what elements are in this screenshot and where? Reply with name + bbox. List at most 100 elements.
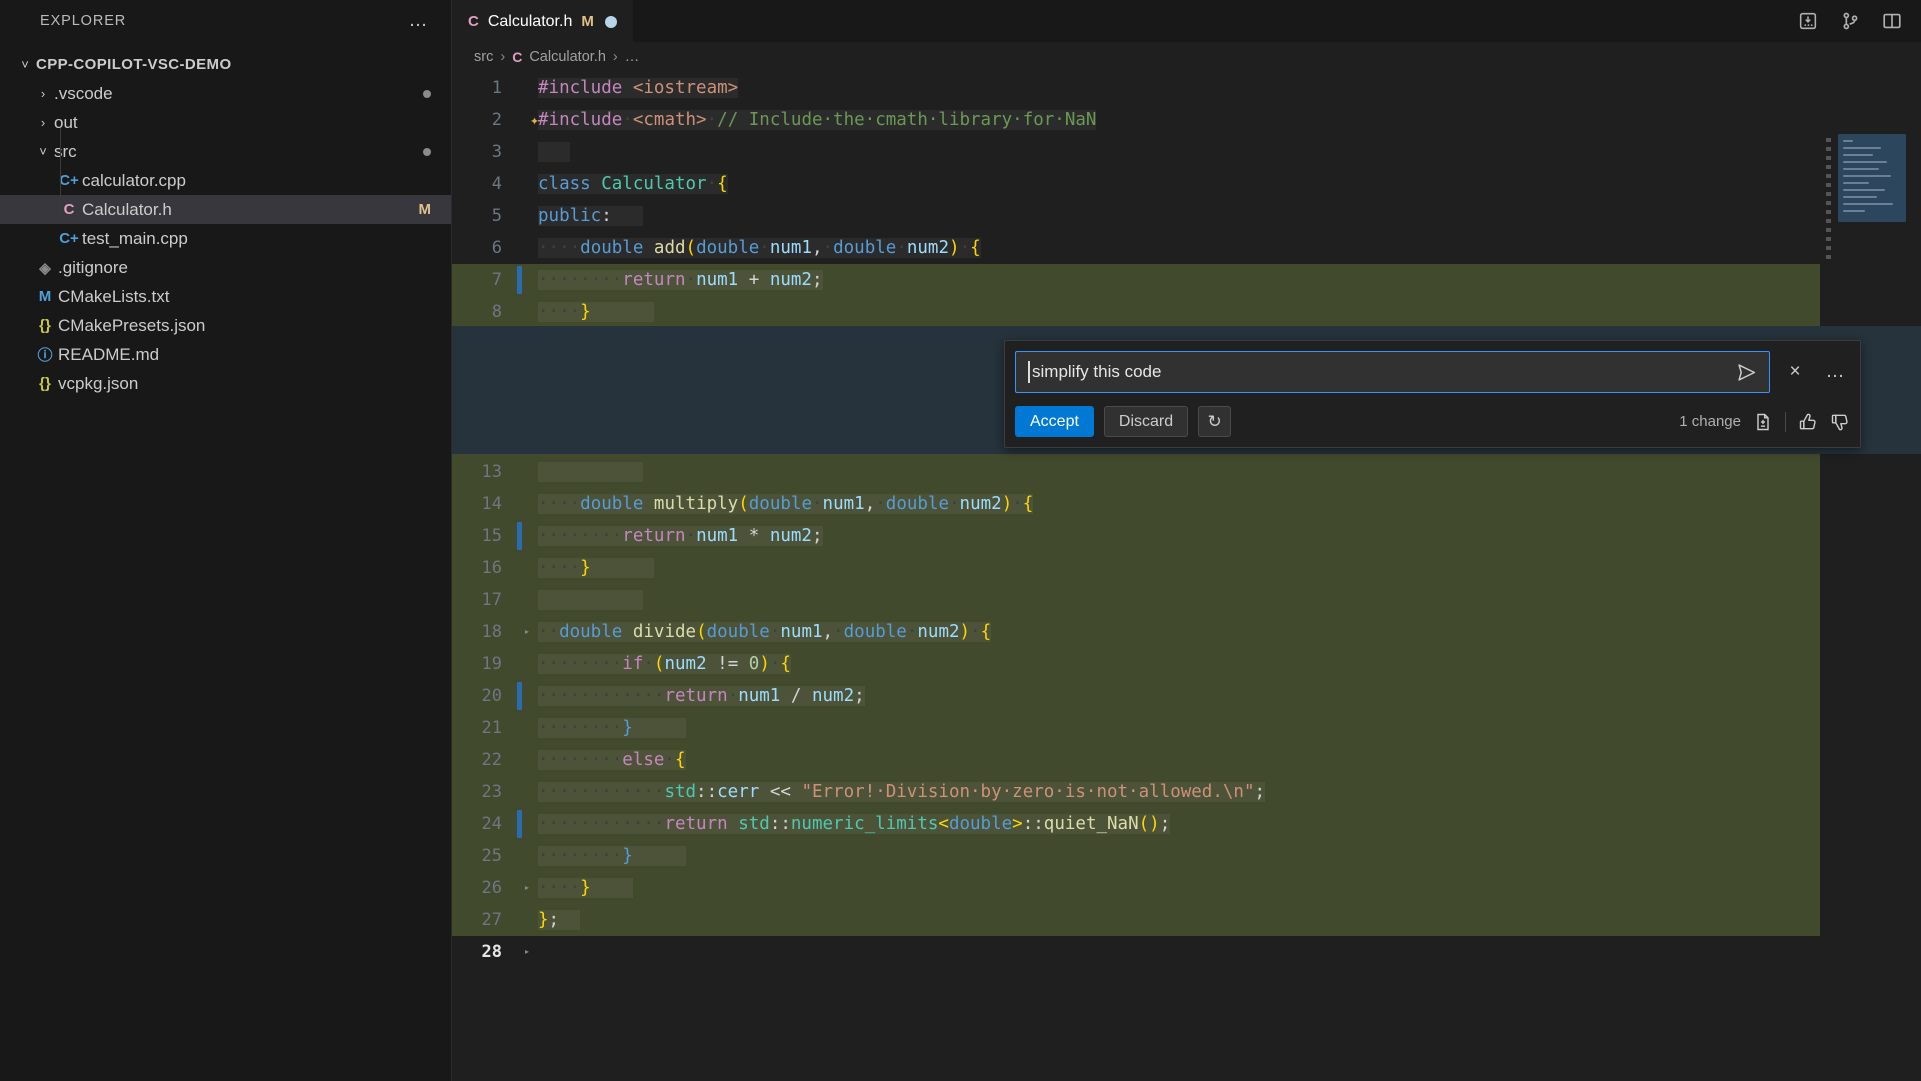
- source-control-icon[interactable]: [1839, 10, 1861, 32]
- code-line-4[interactable]: 4 class Calculator·{: [452, 168, 1921, 200]
- code-line-26[interactable]: 26 ▸ ····}: [452, 872, 1921, 904]
- chevron-right-icon: ›: [40, 115, 46, 130]
- close-icon[interactable]: ×: [1780, 357, 1810, 387]
- code-token: (: [696, 622, 707, 642]
- tree-item-label: Calculator.h: [82, 199, 172, 219]
- gutter-spacer: [514, 104, 530, 136]
- tree-item-readme-md[interactable]: ⓘ README.md: [0, 340, 451, 369]
- tree-item-cmakepresets-json[interactable]: {} CMakePresets.json: [0, 311, 451, 340]
- code-line-6[interactable]: 6 ····double add(double·num1,·double·num2…: [452, 232, 1921, 264]
- code-line-text: class Calculator·{: [530, 174, 728, 194]
- code-line-17[interactable]: 17: [452, 584, 1921, 616]
- code-token: {: [970, 238, 981, 258]
- tree-item-label: calculator.cpp: [82, 170, 186, 190]
- code-line-8[interactable]: 8 ····}: [452, 296, 1921, 328]
- code-line-19[interactable]: 19 ········if·(num2 != 0)·{: [452, 648, 1921, 680]
- copilot-inline-chat-widget: simplify this code × … Accept Discard ↻: [1004, 340, 1861, 448]
- code-line-text: #include·<cmath>·// Include·the·cmath·li…: [530, 110, 1097, 130]
- code-token: double: [559, 622, 633, 642]
- send-icon[interactable]: [1733, 359, 1759, 385]
- gutter-spacer: [514, 296, 530, 328]
- code-line-15[interactable]: 15 ········return·num1 * num2;: [452, 520, 1921, 552]
- regenerate-icon[interactable]: ↻: [1198, 406, 1232, 437]
- more-actions-icon[interactable]: …: [1820, 357, 1850, 387]
- line-number: 22: [481, 750, 502, 770]
- tree-item--vscode[interactable]: › .vscode: [0, 79, 451, 108]
- breadcrumb-item-src[interactable]: src: [474, 49, 493, 65]
- code-token: ············: [538, 782, 665, 802]
- code-token: ;: [1254, 782, 1266, 802]
- tab-calculator-h[interactable]: C Calculator.h M: [452, 0, 633, 42]
- code-token: return: [664, 686, 728, 706]
- code-token: ·: [706, 110, 718, 130]
- tree-item-src[interactable]: ˅ src: [0, 137, 451, 166]
- code-line-24[interactable]: 24 ············return std::numeric_limits…: [452, 808, 1921, 840]
- gutter-spacer: [514, 840, 530, 872]
- code-token: num2: [811, 686, 855, 706]
- file-tree: ˅ CPP-COPILOT-VSC-DEMO › .vscode › out ˅ src C…: [0, 50, 451, 398]
- run-tests-icon[interactable]: [1797, 10, 1819, 32]
- code-line-2[interactable]: 2 #include·<cmath>·// Include·the·cmath·l…: [452, 104, 1921, 136]
- line-number: 6: [491, 238, 502, 258]
- code-line-5[interactable]: 5 public:: [452, 200, 1921, 232]
- line-number: 27: [481, 910, 502, 930]
- explorer-more-actions-icon[interactable]: …: [409, 11, 430, 30]
- code-line-23[interactable]: 23 ············std::cerr << "Error!·Divis…: [452, 776, 1921, 808]
- code-line-7[interactable]: 7 ········return·num1 + num2;: [452, 264, 1921, 296]
- tree-item--gitignore[interactable]: ◈ .gitignore: [0, 253, 451, 282]
- code-token: double: [580, 238, 654, 258]
- gutter-spacer: [514, 232, 530, 264]
- diff-inserted-background: [452, 584, 1921, 616]
- code-line-text: ········else·{: [530, 750, 686, 770]
- code-token: ····: [538, 238, 581, 258]
- code-token: ·: [822, 238, 834, 258]
- code-line-1[interactable]: 1 #include <iostream>: [452, 72, 1921, 104]
- diff-inserted-background: [452, 872, 1921, 904]
- code-editor[interactable]: 1 #include <iostream> 2 #include·<cmath>·//…: [452, 72, 1921, 1081]
- code-line-text: [530, 590, 644, 610]
- split-editor-icon[interactable]: [1881, 10, 1903, 32]
- tab-dirty-dot-icon[interactable]: [604, 15, 617, 28]
- file-tree-items: › .vscode › out ˅ src C+ calculator.cpp C Calcula…: [0, 79, 451, 398]
- code-line-28[interactable]: 28 ▸: [452, 936, 1921, 968]
- code-line-20[interactable]: 20 ············return·num1 / num2;: [452, 680, 1921, 712]
- tree-item-calculator-cpp[interactable]: C+ calculator.cpp: [0, 166, 451, 195]
- tree-item-test-main-cpp[interactable]: C+ test_main.cpp: [0, 224, 451, 253]
- discard-button[interactable]: Discard: [1103, 406, 1189, 437]
- line-number: 16: [481, 558, 502, 578]
- line-number: 7: [491, 270, 502, 290]
- tree-item-cmakelists-txt[interactable]: M CMakeLists.txt: [0, 282, 451, 311]
- tree-item-out[interactable]: › out: [0, 108, 451, 137]
- tree-item-label: .gitignore: [58, 257, 128, 277]
- breadcrumb-item-symbols[interactable]: …: [625, 49, 640, 65]
- breadcrumb-item-file[interactable]: Calculator.h: [529, 49, 606, 65]
- code-line-27[interactable]: 27};: [452, 904, 1921, 936]
- code-line-13[interactable]: 13: [452, 456, 1921, 488]
- code-line-21[interactable]: 21 ········}: [452, 712, 1921, 744]
- thumbs-up-icon[interactable]: [1798, 412, 1818, 432]
- tree-indent-guide: [60, 128, 61, 215]
- minimap[interactable]: [1820, 72, 1921, 1081]
- chevron-down-icon: ˅: [39, 144, 47, 159]
- code-token: num2: [664, 654, 707, 674]
- code-line-3[interactable]: 3: [452, 136, 1921, 168]
- code-line-22[interactable]: 22 ········else·{: [452, 744, 1921, 776]
- code-line-14[interactable]: 14 ····double multiply(double·num1,·doubl…: [452, 488, 1921, 520]
- code-line-25[interactable]: 25 ········}: [452, 840, 1921, 872]
- code-token: (: [685, 238, 697, 258]
- code-token: <iostream>: [632, 78, 739, 98]
- inline-chat-input[interactable]: simplify this code: [1015, 351, 1770, 393]
- line-number: 23: [481, 782, 502, 802]
- code-token: #include: [538, 78, 633, 98]
- file-diff-icon[interactable]: [1753, 412, 1773, 432]
- code-line-18[interactable]: 18 ▸ ··double divide(double·num1,·double·n…: [452, 616, 1921, 648]
- tree-root-cpp-copilot-vsc-demo[interactable]: ˅ CPP-COPILOT-VSC-DEMO: [0, 50, 451, 79]
- code-token: ): [1001, 494, 1013, 514]
- accept-button[interactable]: Accept: [1015, 406, 1094, 437]
- code-token: ·: [959, 238, 971, 258]
- thumbs-down-icon[interactable]: [1830, 412, 1850, 432]
- file-type-icon: M: [38, 288, 52, 305]
- tree-item-calculator-h[interactable]: C Calculator.h M: [0, 195, 451, 224]
- tree-item-vcpkg-json[interactable]: {} vcpkg.json: [0, 369, 451, 398]
- code-line-16[interactable]: 16 ····}: [452, 552, 1921, 584]
